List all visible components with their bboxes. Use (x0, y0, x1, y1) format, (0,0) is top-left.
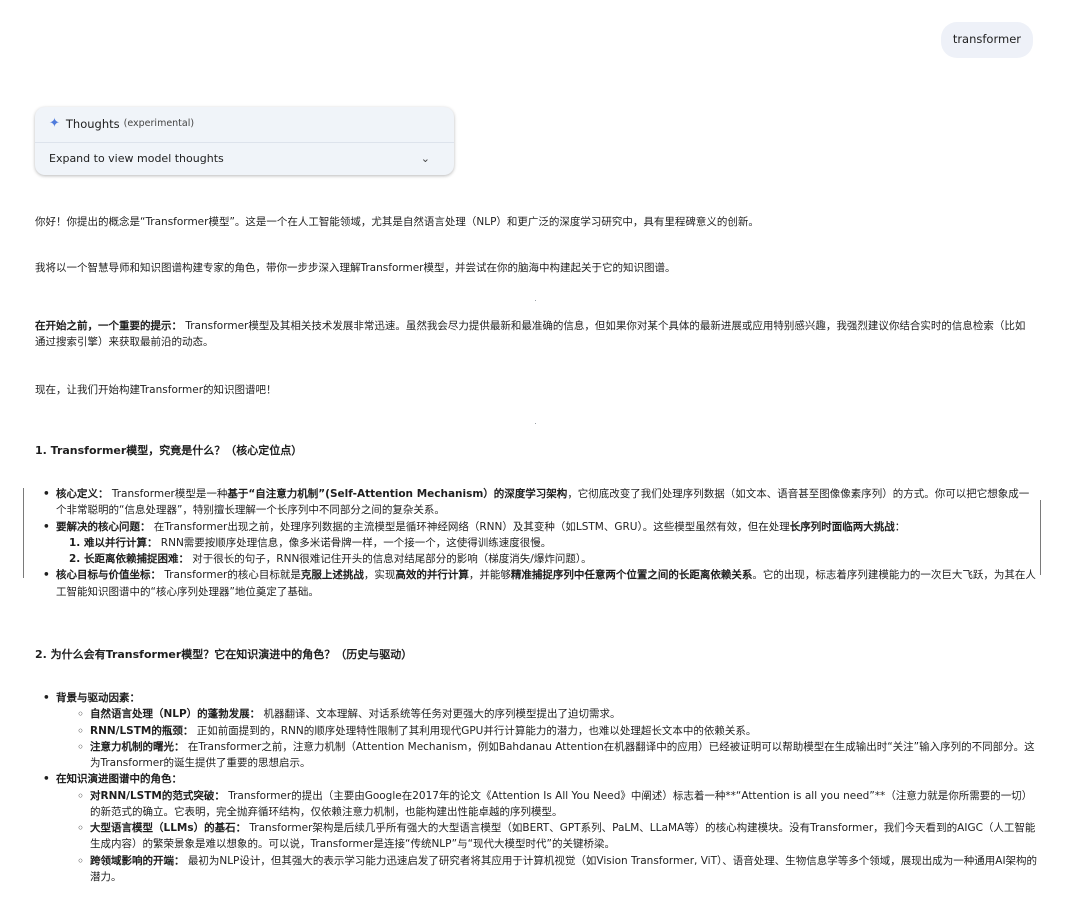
section-heading-2: 2. 为什么会有Transformer模型？它在知识演进中的角色？（历史与驱动） (35, 648, 413, 661)
sub-list: 对RNN/LSTM的范式突破： Transformer的提出（主要由Google… (56, 787, 1038, 886)
list-item: 要解决的核心问题： 在Transformer出现之前，处理序列数据的主流模型是循… (43, 519, 1038, 568)
list-item: 大型语言模型（LLMs）的基石： Transformer架构是后续几乎所有强大的… (77, 819, 1038, 853)
bullet-text: Transformer模型是一种 (108, 488, 228, 500)
sub-label: RNN/LSTM的瓶颈： (90, 724, 194, 737)
response-paragraph-intro: 你好！你提出的概念是“Transformer模型”。这是一个在人工智能领域，尤其… (35, 216, 759, 228)
chevron-down-icon[interactable]: ⌄ (421, 150, 430, 167)
list-item: 跨领域影响的开端： 最初为NLP设计，但其强大的表示学习能力迅速启发了研究者将其… (77, 852, 1038, 886)
bullet-emphasis: 克服上述挑战 (300, 569, 364, 582)
numbered-text: 对于很长的句子，RNN很难记住开头的信息对结尾部分的影响（梯度消失/爆炸问题）。 (188, 553, 592, 566)
sub-text: 机器翻译、文本理解、对话系统等任务对更强大的序列模型提出了迫切需求。 (260, 708, 621, 721)
thoughts-title: Thoughts (65, 116, 120, 131)
selection-edge-right (1040, 500, 1041, 575)
list-item: 核心定义： Transformer模型是一种基于“自注意力机制”(Self-At… (43, 486, 1038, 519)
numbered-text: RNN需要按顺序处理信息，像多米诺骨牌一样，一个接一个，这使得训练速度很慢。 (157, 536, 552, 549)
thoughts-panel: ✦ Thoughts (experimental) Expand to view… (35, 107, 454, 175)
user-query-text: transformer (952, 32, 1021, 46)
sub-label: 对RNN/LSTM的范式突破： (90, 789, 225, 802)
bullet-text: ，并能够 (468, 569, 511, 582)
bullet-text: ： (894, 520, 906, 533)
thoughts-header: ✦ Thoughts (experimental) (35, 107, 454, 142)
list-item: 核心目标与价值坐标： Transformer的核心目标就是克服上述挑战，实现高效… (43, 567, 1038, 600)
list-item: 注意力机制的曙光： 在Transformer之前，注意力机制（Attention… (77, 738, 1038, 772)
section-heading-1: 1. Transformer模型，究竟是什么？（核心定位点） (35, 444, 303, 457)
bullet-emphasis: 精准捕捉序列中任意两个位置之间的长距离依赖关系 (510, 569, 753, 582)
bullet-text: ，实现 (363, 569, 396, 582)
list-item: RNN/LSTM的瓶颈： 正如前面提到的，RNN的顺序处理特性限制了其利用现代G… (77, 722, 1038, 741)
selection-edge-left (23, 488, 24, 578)
sub-list: 自然语言处理（NLP）的蓬勃发展： 机器翻译、文本理解、对话系统等任务对更强大的… (56, 705, 1038, 772)
response-paragraph-role: 我将以一个智慧导师和知识图谱构建专家的角色，带你一步步深入理解Transform… (35, 262, 676, 274)
bullet-emphasis: 高效的并行计算 (395, 569, 469, 582)
sub-label: 跨领域影响的开端： (90, 854, 185, 867)
section2-list: 背景与驱动因素： 自然语言处理（NLP）的蓬勃发展： 机器翻译、文本理解、对话系… (43, 690, 1038, 885)
bullet-label: 背景与驱动因素： (56, 692, 140, 704)
sparkle-icon: ✦ (49, 116, 60, 132)
list-item: 自然语言处理（NLP）的蓬勃发展： 机器翻译、文本理解、对话系统等任务对更强大的… (77, 705, 1038, 724)
sub-label: 大型语言模型（LLMs）的基石： (90, 822, 247, 835)
bullet-text: Transformer的核心目标就是 (161, 569, 301, 582)
bullet-label: 在知识演进图谱中的角色： (56, 773, 182, 786)
sub-text: 最初为NLP设计，但其强大的表示学习能力迅速启发了研究者将其应用于计算机视觉（如… (90, 854, 1038, 883)
sub-text: Transformer的提出（主要由Google在2017年的论文《Attent… (90, 789, 1033, 818)
sub-label: 注意力机制的曙光： (90, 740, 185, 753)
bullet-label: 核心定义： (56, 488, 109, 500)
numbered-list: 1. 难以并行计算： RNN需要按顺序处理信息，像多米诺骨牌一样，一个接一个，这… (56, 535, 1038, 568)
sub-text: 在Transformer之前，注意力机制（Attention Mechanism… (90, 740, 1035, 770)
thoughts-experimental-tag: (experimental) (123, 118, 195, 130)
numbered-label: 1. 难以并行计算： (69, 536, 158, 549)
list-item: 背景与驱动因素： 自然语言处理（NLP）的蓬勃发展： 机器翻译、文本理解、对话系… (43, 690, 1038, 771)
bullet-text: 在Transformer出现之前，处理序列数据的主流模型是循环神经网络（RNN）… (150, 520, 790, 533)
divider-dot (535, 300, 536, 301)
numbered-label: 2. 长距离依赖捕捉困难： (69, 553, 189, 566)
list-item: 对RNN/LSTM的范式突破： Transformer的提出（主要由Google… (77, 787, 1038, 821)
bullet-label: 要解决的核心问题： (56, 520, 151, 533)
bullet-label: 核心目标与价值坐标： (56, 569, 161, 582)
divider-dot (535, 423, 536, 424)
section1-list: 核心定义： Transformer模型是一种基于“自注意力机制”(Self-At… (43, 486, 1038, 600)
notice-text: Transformer模型及其相关技术发展非常迅速。虽然我会尽力提供最新和最准确… (35, 320, 1026, 349)
bullet-emphasis: 基于“自注意力机制”(Self-Attention Mechanism）的深度学… (227, 488, 568, 500)
response-paragraph-notice: 在开始之前，一个重要的提示： Transformer模型及其相关技术发展非常迅速… (35, 318, 1035, 351)
sub-label: 自然语言处理（NLP）的蓬勃发展： (90, 708, 261, 721)
bullet-emphasis: 长序列时面临两大挑战 (789, 520, 895, 533)
response-paragraph-start: 现在，让我们开始构建Transformer的知识图谱吧！ (35, 384, 277, 396)
expand-thoughts-label: Expand to view model thoughts (49, 152, 224, 166)
list-item: 2. 长距离依赖捕捉困难： 对于很长的句子，RNN很难记住开头的信息对结尾部分的… (69, 551, 1038, 567)
user-query-bubble: transformer (940, 22, 1033, 58)
expand-thoughts-button[interactable]: Expand to view model thoughts ⌄ (35, 142, 454, 175)
sub-text: 正如前面提到的，RNN的顺序处理特性限制了其利用现代GPU并行计算能力的潜力，也… (193, 724, 757, 737)
list-item: 1. 难以并行计算： RNN需要按顺序处理信息，像多米诺骨牌一样，一个接一个，这… (69, 535, 1038, 551)
notice-label: 在开始之前，一个重要的提示： (35, 320, 182, 332)
list-item: 在知识演进图谱中的角色： 对RNN/LSTM的范式突破： Transformer… (43, 771, 1038, 885)
